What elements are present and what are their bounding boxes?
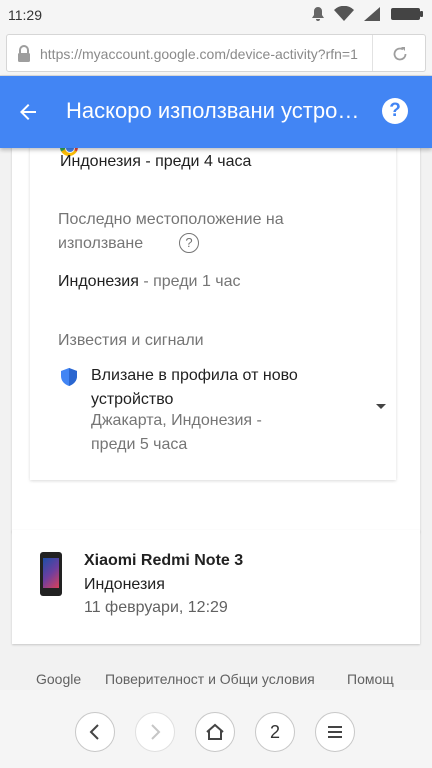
lock-icon xyxy=(18,45,30,62)
chevron-down-icon[interactable] xyxy=(376,404,386,409)
status-time: 11:29 xyxy=(8,7,42,23)
shield-icon xyxy=(61,368,77,386)
last-location-time: - преди 1 час xyxy=(138,273,241,290)
menu-icon xyxy=(328,726,342,738)
activity-card: Индонезия - преди 4 часа Последно местоп… xyxy=(12,112,420,532)
menu-button[interactable] xyxy=(315,712,355,752)
device-country: Индонезия xyxy=(84,576,165,593)
chevron-left-icon xyxy=(89,724,99,740)
chevron-right-icon xyxy=(151,724,161,740)
status-icons xyxy=(311,6,424,22)
alert-title[interactable]: Влизане в профила от ново устройство xyxy=(91,364,341,412)
footer-link-google[interactable]: Google xyxy=(36,671,81,687)
first-location-text: Индонезия - преди 4 часа xyxy=(60,153,252,170)
battery-icon xyxy=(391,8,423,20)
status-bar: 11:29 xyxy=(0,0,432,30)
back-button[interactable] xyxy=(75,712,115,752)
url-divider xyxy=(372,35,373,71)
reload-icon[interactable] xyxy=(391,45,409,63)
alert-detail: Джакарта, Индонезия - преди 5 часа xyxy=(91,412,262,453)
phone-icon xyxy=(40,552,62,596)
bell-icon xyxy=(312,7,324,21)
help-icon[interactable]: ? xyxy=(382,98,408,124)
footer: Google Поверителност и Общи условия Помо… xyxy=(0,668,432,690)
browser-url-bar: https://myaccount.google.com/device-acti… xyxy=(0,30,432,76)
back-arrow-icon[interactable] xyxy=(16,100,40,124)
help-circle-icon[interactable]: ? xyxy=(179,233,199,253)
wifi-icon xyxy=(334,6,354,21)
signal-icon xyxy=(364,7,380,21)
browser-nav-bar: 2 xyxy=(0,690,432,768)
url-text[interactable]: https://myaccount.google.com/device-acti… xyxy=(40,46,370,62)
last-location-value: Индонезия - преди 1 час xyxy=(58,270,241,294)
device-list-item[interactable]: Xiaomi Redmi Note 3 Индонезия 11 февруар… xyxy=(12,530,420,644)
alerts-heading: Известия и сигнали xyxy=(58,332,204,349)
app-bar: Наскоро използвани устройства ? xyxy=(0,76,432,148)
footer-link-privacy[interactable]: Поверителност и Общи условия xyxy=(105,671,315,687)
page-title: Наскоро използвани устройства xyxy=(66,98,366,123)
tabs-button[interactable]: 2 xyxy=(255,712,295,752)
footer-link-help[interactable]: Помощ xyxy=(347,671,394,687)
home-icon xyxy=(206,723,224,740)
device-details-panel: Индонезия - преди 4 часа Последно местоп… xyxy=(30,112,396,480)
url-field[interactable]: https://myaccount.google.com/device-acti… xyxy=(6,34,426,72)
last-location-country: Индонезия xyxy=(58,273,139,290)
device-time: 11 февруари, 12:29 xyxy=(84,599,228,616)
device-name: Xiaomi Redmi Note 3 xyxy=(84,552,244,569)
forward-button[interactable] xyxy=(135,712,175,752)
tab-count: 2 xyxy=(269,721,280,742)
home-button[interactable] xyxy=(195,712,235,752)
